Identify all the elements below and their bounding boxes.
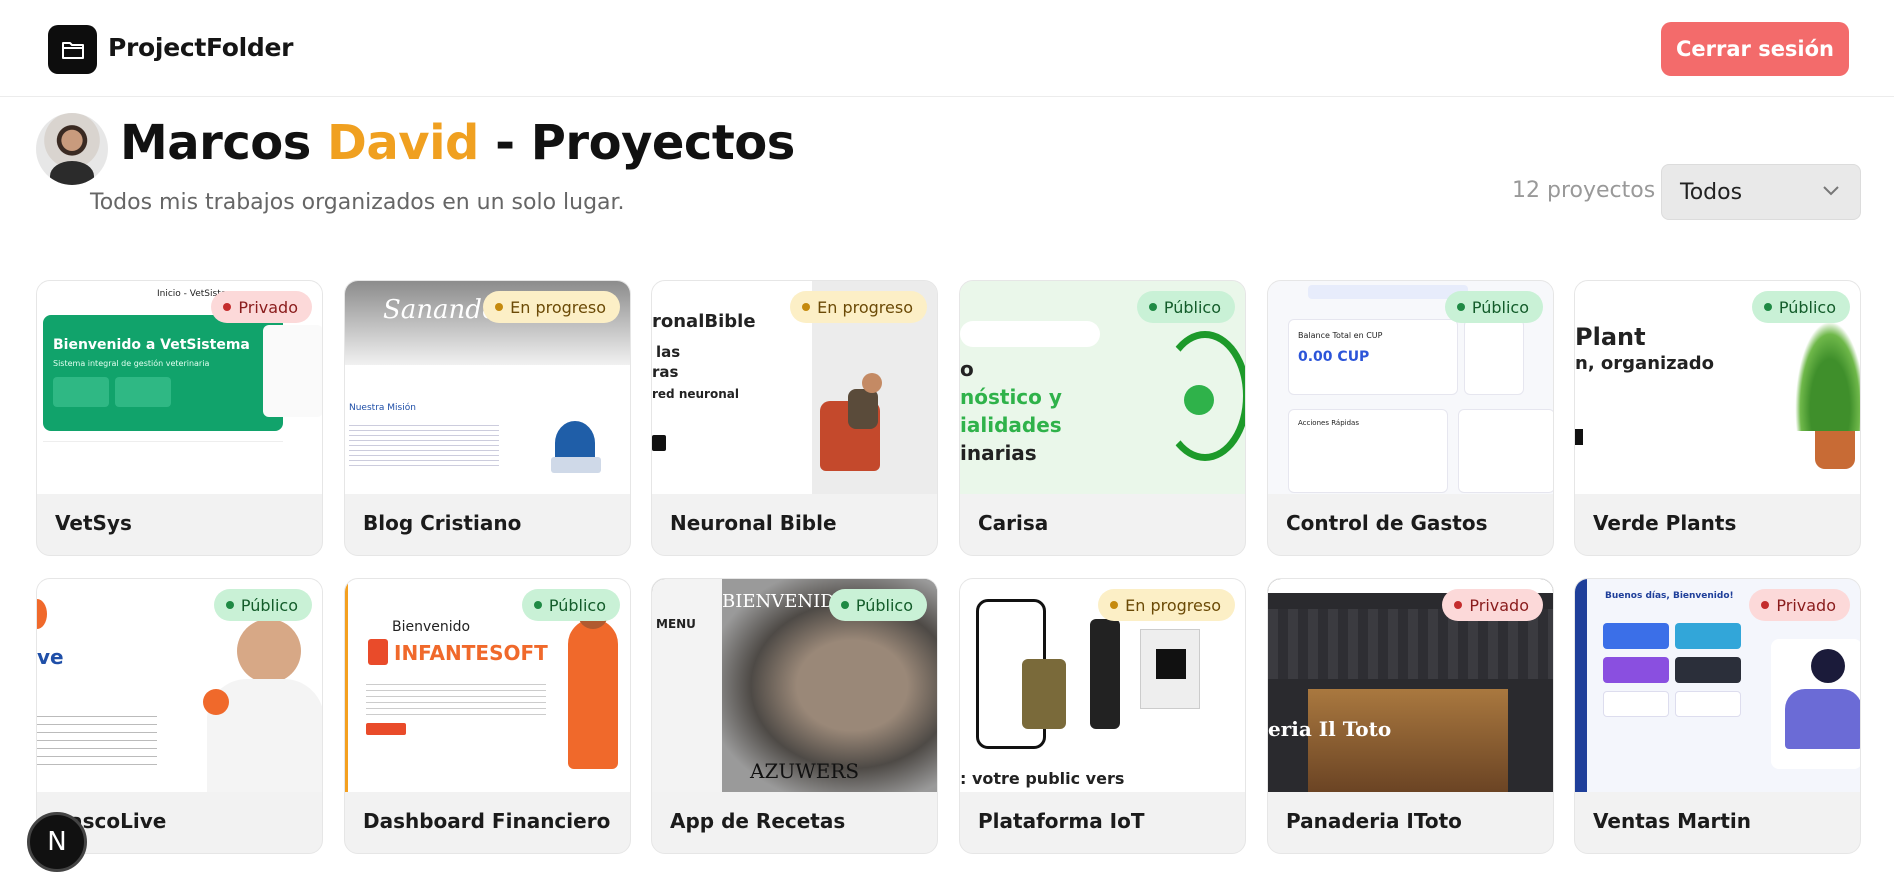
thumb-text: ras [652,363,679,381]
title-rest: - Proyectos [478,115,795,171]
thumb-text: Buenos días, Bienvenido! [1605,591,1734,601]
thumb-text: inarias [960,441,1037,465]
project-name: App de Recetas [670,809,846,833]
folder-icon [61,41,84,59]
thumb-text: o [960,357,974,381]
status-badge: Público [213,589,312,621]
page-title: Marcos David - Proyectos [120,115,795,171]
thumb-text: 0.00 CUP [1298,349,1370,365]
project-name: Carisa [978,511,1049,535]
thumb-text: ronalBible [652,311,756,332]
filter-select[interactable]: Todos [1661,164,1861,220]
status-label: Público [1778,297,1836,317]
project-card[interactable]: : votre public vers En progreso Platafor… [959,578,1246,854]
thumb-text: ialidades [960,413,1062,437]
project-count: 12 proyectos [1512,178,1656,203]
thumb-text: Balance Total en CUP [1298,331,1383,340]
project-card[interactable]: Sanando el Nuestra Misión En progreso Bl… [344,280,631,556]
thumb-text: INFANTESOFT [394,641,548,665]
brand-name[interactable]: ProjectFolder [108,33,294,62]
status-badge: Privado [1442,589,1543,621]
status-badge: Público [1751,291,1850,323]
thumb-text: Plant [1575,323,1646,351]
status-badge: En progreso [483,291,620,323]
thumb-text: n, organizado [1575,353,1715,374]
logout-button[interactable]: Cerrar sesión [1661,22,1849,76]
project-card[interactable]: o nóstico y ialidades inarias Público Ca… [959,280,1246,556]
thumb-text: las [656,343,681,361]
project-name: Blog Cristiano [363,511,522,535]
thumb-text: Nuestra Misión [349,403,416,413]
thumb-text: Acciones Rápidas [1298,419,1359,427]
project-card[interactable]: Inicio - VetSistema Bienvenido a VetSist… [36,280,323,556]
thumb-text: AZUWERS [750,759,860,783]
thumb-text: nóstico y [960,385,1062,409]
project-card[interactable]: Bienvenido INFANTESOFT Público Dashboard… [344,578,631,854]
status-badge: Privado [1749,589,1850,621]
page-subtitle: Todos mis trabajos organizados en un sol… [90,190,625,215]
thumb-text: ve [37,645,64,669]
status-label: Privado [1776,595,1836,615]
status-label: En progreso [817,297,913,317]
project-card[interactable]: Balance Total en CUP 0.00 CUP Acciones R… [1267,280,1554,556]
status-label: Público [240,595,298,615]
avatar [36,113,108,185]
status-badge: En progreso [790,291,927,323]
folder-logo-icon[interactable] [48,25,97,74]
thumb-text: Sistema integral de gestión veterinaria [53,359,210,368]
status-badge: En progreso [1098,589,1235,621]
project-card[interactable]: ve Público PascoLive [36,578,323,854]
project-name: Dashboard Financiero [363,809,611,833]
chevron-down-icon [1823,186,1839,196]
thumb-text: Bienvenido a VetSistema [53,337,250,353]
project-name: VetSys [55,511,132,535]
thumb-text: MENU [656,617,696,631]
thumb-text: Bienvenido [392,619,471,635]
project-card[interactable]: Plant n, organizado Público Verde Plants [1574,280,1861,556]
status-label: En progreso [1125,595,1221,615]
status-label: Privado [238,297,298,317]
status-badge: Público [1444,291,1543,323]
project-name: Panaderia IToto [1286,809,1462,833]
project-name: Verde Plants [1593,511,1737,535]
status-badge: Público [828,589,927,621]
status-badge: Público [521,589,620,621]
status-label: En progreso [510,297,606,317]
thumb-text: red neuronal [652,387,739,401]
status-label: Público [855,595,913,615]
title-first: Marcos [120,115,328,171]
project-card[interactable]: MENU BIENVENIDO! AZUWERS Público App de … [651,578,938,854]
status-label: Privado [1469,595,1529,615]
project-name: Neuronal Bible [670,511,837,535]
status-label: Público [1163,297,1221,317]
project-card[interactable]: eria Il Toto Privado Panaderia IToto [1267,578,1554,854]
status-badge: Público [1136,291,1235,323]
project-name: Control de Gastos [1286,511,1488,535]
top-bar: ProjectFolder Cerrar sesión [0,0,1894,97]
project-name: Ventas Martin [1593,809,1752,833]
status-badge: Privado [211,291,312,323]
nextjs-dev-button[interactable]: N [27,812,87,872]
project-card[interactable]: Buenos días, Bienvenido! Privado Ventas … [1574,578,1861,854]
thumb-text: : votre public vers [960,769,1125,788]
project-card[interactable]: ronalBible las ras red neuronal En progr… [651,280,938,556]
title-accent: David [327,115,479,171]
thumb-text: eria Il Toto [1268,717,1392,741]
filter-value: Todos [1680,180,1743,205]
status-label: Público [1471,297,1529,317]
project-name: Plataforma IoT [978,809,1145,833]
status-label: Público [548,595,606,615]
